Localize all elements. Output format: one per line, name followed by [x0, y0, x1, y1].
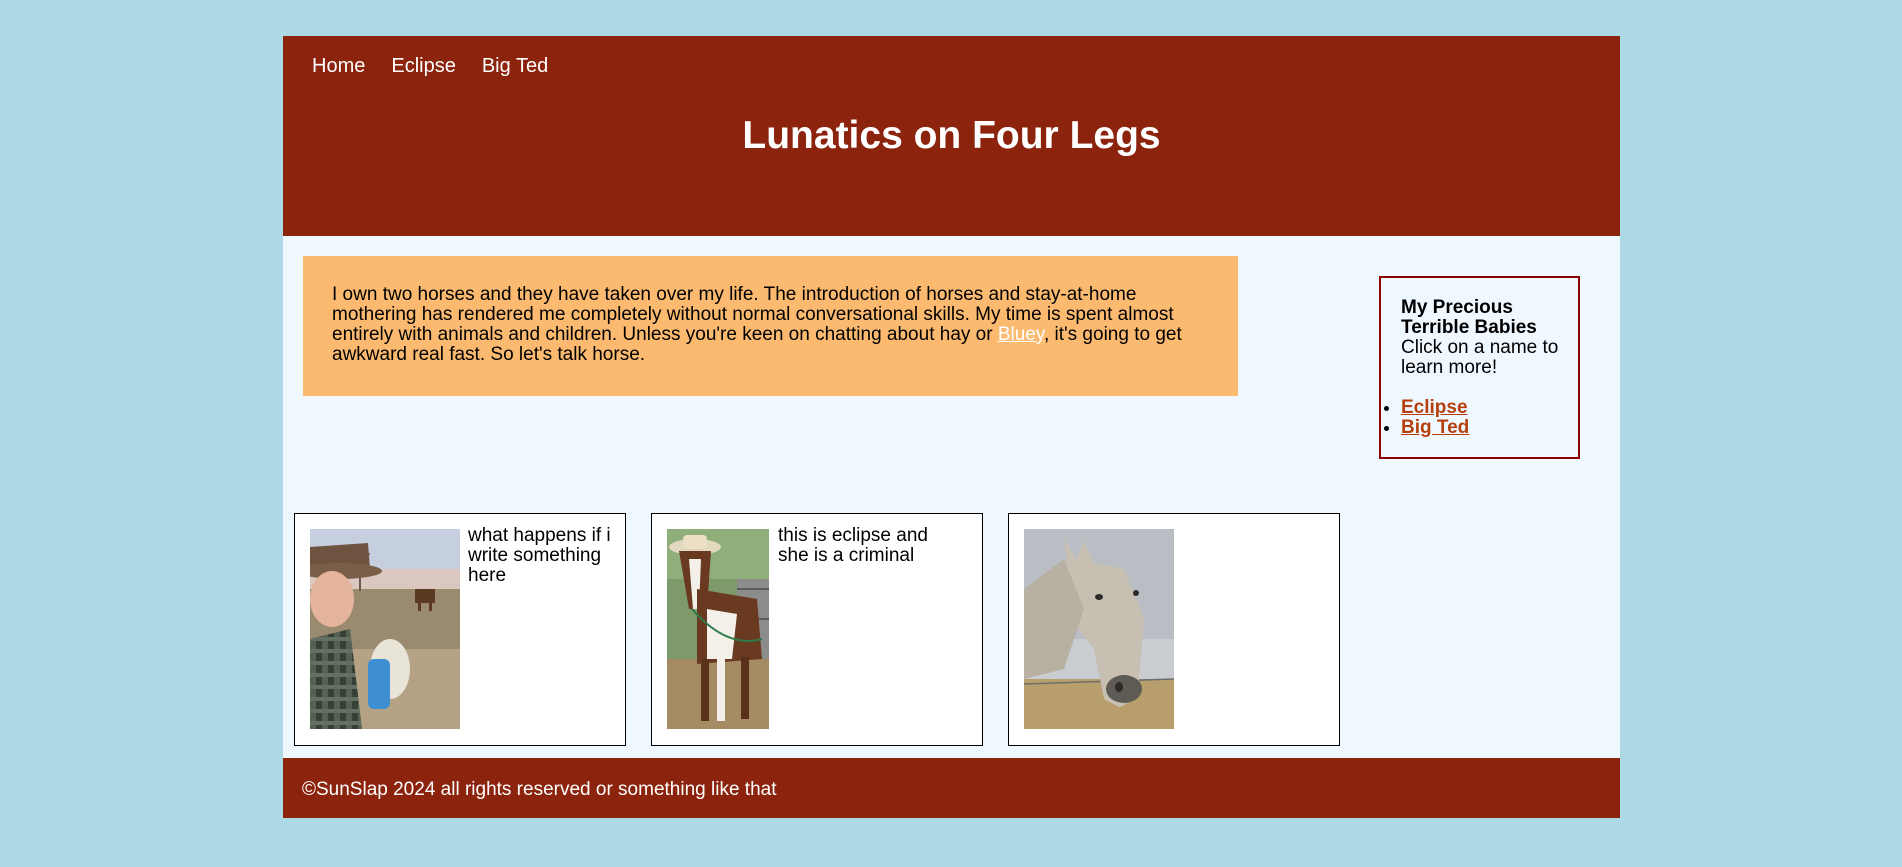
site-footer: ©SunSlap 2024 all rights reserved or som… — [283, 758, 1620, 818]
card-caption: this is eclipse and she is a criminal — [778, 525, 928, 566]
photo-card-1: what happens if i write something here — [294, 513, 626, 746]
sidebar-list-item: Eclipse — [1401, 398, 1578, 418]
photo-card-2: this is eclipse and she is a criminal — [651, 513, 983, 746]
sidebar-link-eclipse[interactable]: Eclipse — [1401, 397, 1468, 418]
card-caption: what happens if i write something here — [468, 525, 611, 586]
paint-horse-wearing-hat-photo — [667, 529, 769, 729]
sidebar-heading: My Precious Terrible Babies — [1401, 297, 1537, 338]
bluey-link[interactable]: Bluey — [998, 324, 1044, 345]
sidebar-box: My Precious Terrible Babies Click on a n… — [1379, 276, 1580, 459]
site-header: Home Eclipse Big Ted Lunatics on Four Le… — [283, 36, 1620, 236]
woman-in-cowboy-hat-with-horse-photo — [310, 529, 460, 729]
nav-link-home[interactable]: Home — [312, 55, 365, 78]
site-title: Lunatics on Four Legs — [742, 114, 1161, 157]
sidebar-list-item: Big Ted — [1401, 418, 1578, 438]
grey-horse-closeup-photo — [1024, 529, 1174, 729]
sidebar-link-big-ted[interactable]: Big Ted — [1401, 417, 1469, 438]
footer-copyright: ©SunSlap 2024 all rights reserved or som… — [302, 779, 777, 800]
nav-link-eclipse[interactable]: Eclipse — [391, 55, 455, 78]
nav-link-big-ted[interactable]: Big Ted — [482, 55, 548, 78]
intro-box: I own two horses and they have taken ove… — [303, 256, 1238, 396]
top-nav: Home Eclipse Big Ted — [312, 55, 548, 78]
page-container: Home Eclipse Big Ted Lunatics on Four Le… — [283, 36, 1620, 818]
sidebar-link-list: Eclipse Big Ted — [1401, 398, 1578, 438]
sidebar-instructions: Click on a name to learn more! — [1401, 337, 1559, 378]
photo-card-3 — [1008, 513, 1340, 746]
